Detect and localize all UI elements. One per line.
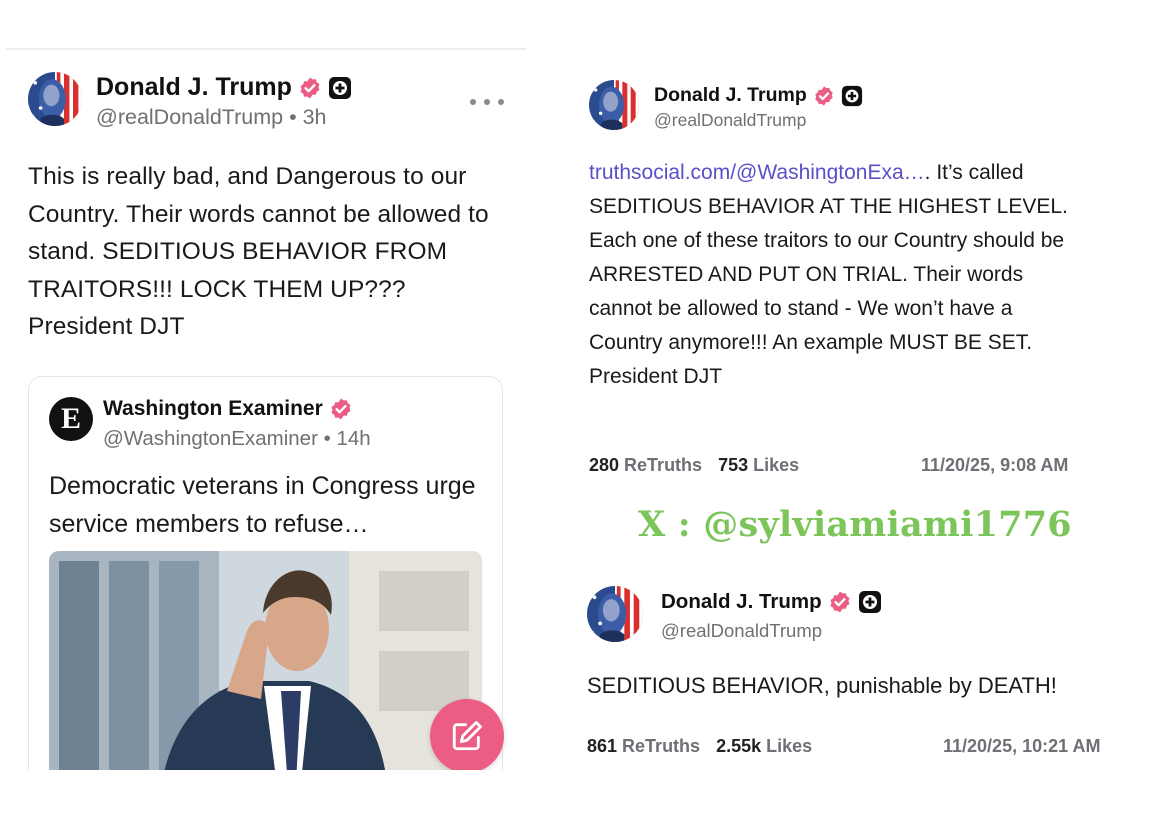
retruths-count: 861 xyxy=(587,736,618,756)
avatar[interactable] xyxy=(589,80,639,130)
post-link[interactable]: truthsocial.com/@WashingtonExa… xyxy=(589,161,925,184)
retruths-stat[interactable]: 861 ReTruths xyxy=(587,736,700,757)
dot xyxy=(484,99,490,105)
author-handle[interactable]: @realDonaldTrump xyxy=(654,110,806,131)
compose-button[interactable] xyxy=(430,699,504,770)
dot xyxy=(470,99,476,105)
quoted-author-row: Washington Examiner xyxy=(103,397,353,421)
plus-badge-icon xyxy=(841,85,863,107)
likes-count: 753 xyxy=(718,455,749,475)
avatar-image xyxy=(587,586,643,642)
quoted-avatar[interactable]: E xyxy=(49,397,93,441)
post-timestamp: 11/20/25, 9:08 AM xyxy=(921,455,1069,475)
quoted-handle: @WashingtonExaminer • 14h xyxy=(103,427,371,450)
quoted-post-card[interactable]: E Washington Examiner @WashingtonExamine… xyxy=(28,376,503,770)
retruths-label: ReTruths xyxy=(624,455,703,475)
author-name[interactable]: Donald J. Trump xyxy=(654,84,807,107)
post-body: truthsocial.com/@WashingtonExa…. It’s ca… xyxy=(589,156,1089,394)
plus-badge-icon xyxy=(328,76,352,100)
quoted-post-body: Democratic veterans in Congress urge ser… xyxy=(49,472,476,538)
retruths-count: 280 xyxy=(589,455,620,475)
watermark-text: X : @sylviamiami1776 xyxy=(638,504,1072,545)
saluting-man-photo xyxy=(49,551,482,770)
likes-stat[interactable]: 2.55k Likes xyxy=(716,736,812,757)
dot xyxy=(498,99,504,105)
retruths-stat[interactable]: 280 ReTruths xyxy=(589,455,702,476)
engagement-stats: 280 ReTruths 753 Likes xyxy=(589,455,799,476)
quoted-post-image[interactable] xyxy=(49,551,482,770)
author-name-row: Donald J. Trump xyxy=(654,84,863,107)
avatar-image xyxy=(589,80,639,130)
avatar[interactable] xyxy=(28,72,82,126)
author-name-row: Donald J. Trump xyxy=(661,590,882,614)
retruths-label: ReTruths xyxy=(622,736,701,756)
post-timestamp: 11/20/25, 10:21 AM xyxy=(943,736,1101,756)
author-handle[interactable]: @realDonaldTrump • 3h xyxy=(96,105,327,130)
author-name[interactable]: Donald J. Trump xyxy=(661,590,822,614)
author-handle[interactable]: @realDonaldTrump xyxy=(661,620,822,642)
author-name-row: Donald J. Trump xyxy=(96,73,352,102)
avatar-image xyxy=(28,72,82,126)
likes-label: Likes xyxy=(753,455,800,475)
author-name[interactable]: Donald J. Trump xyxy=(96,73,292,102)
likes-stat[interactable]: 753 Likes xyxy=(718,455,799,476)
post-body: This is really bad, and Dangerous to our… xyxy=(28,163,489,340)
engagement-stats: 861 ReTruths 2.55k Likes xyxy=(587,736,812,757)
quoted-author-name[interactable]: Washington Examiner xyxy=(103,397,323,421)
likes-label: Likes xyxy=(766,736,813,756)
avatar[interactable] xyxy=(587,586,643,642)
likes-count: 2.55k xyxy=(716,736,762,756)
plus-badge-icon xyxy=(858,590,882,614)
verified-badge-icon xyxy=(813,85,835,107)
compose-icon xyxy=(452,721,482,751)
verified-badge-icon xyxy=(828,590,852,614)
verified-badge-icon xyxy=(298,76,322,100)
post-body: SEDITIOUS BEHAVIOR, punishable by DEATH! xyxy=(587,673,1057,698)
more-options-icon[interactable] xyxy=(470,90,504,114)
left-post: Donald J. Trump @realDonaldTrump • 3h Th… xyxy=(0,0,530,770)
verified-badge-icon xyxy=(329,397,353,421)
post-body-text: . It’s called SEDITIOUS BEHAVIOR AT THE … xyxy=(589,161,1068,388)
